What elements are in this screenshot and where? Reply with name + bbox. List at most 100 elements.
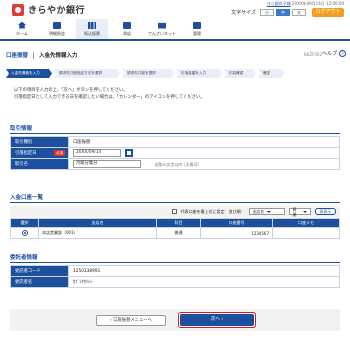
next-button-label: 次へ <box>210 317 220 322</box>
row-label: 取引名 <box>10 158 69 170</box>
required-badge: 必須 <box>54 150 65 156</box>
document-icon <box>53 21 61 29</box>
input-hint: 全角10文字以内［半角可］ <box>154 161 201 167</box>
select-cell <box>10 227 39 239</box>
text-size-small-button[interactable]: 小 <box>260 9 274 16</box>
table-row: 委託者コード 1250338991 <box>10 265 340 277</box>
column-header: 口座番号 <box>200 218 273 228</box>
subject-cell: 普通 <box>156 227 201 239</box>
step-5: 内容確認 <box>224 69 256 78</box>
densai-icon <box>158 22 166 29</box>
next-button[interactable]: 次へ › <box>178 312 256 328</box>
calendar-icon[interactable] <box>125 149 134 157</box>
screen-code: BKZF002 <box>303 52 322 57</box>
transaction-name-cell: 月賦分集分 全角10文字以内［半角可］ <box>68 158 340 170</box>
user-info: きら銀花子様 20XX年09月14日 12:00:00 <box>267 1 344 7</box>
chevron-left-icon: ‹ <box>110 318 112 323</box>
column-header: 科目 <box>156 218 201 228</box>
nav-statement[interactable]: 明細照会 <box>41 19 73 39</box>
chevron-down-icon <box>302 210 307 213</box>
header: きらやか銀行 きら銀花子様 20XX年09月14日 12:00:00 文字サイズ… <box>0 0 350 18</box>
table-header-row: 選択 支店名 科目 口座番号 口座メモ <box>10 218 340 228</box>
column-header: 口座メモ <box>272 218 340 228</box>
help-icon: ? <box>339 50 346 57</box>
branch-cell: 本店営業部（001） <box>38 227 157 239</box>
step-1: 入金先情報を入力 <box>6 69 52 78</box>
last-login: 20XX年09月14日 12:00:00 <box>292 1 344 6</box>
progress-steps: 入金先情報を入力 請求先口座指定方法を選択 請求先口座を選択 引落金額を入力 内… <box>6 69 346 78</box>
logout-button[interactable]: ログアウト <box>312 8 344 17</box>
withdrawal-date-input[interactable]: 20XX/09/14 <box>73 149 121 157</box>
text-size-medium-button[interactable]: 中 <box>276 9 290 16</box>
nav-approval[interactable]: 承認 <box>111 19 143 39</box>
memo-cell <box>272 227 340 239</box>
column-header: 選択 <box>10 218 39 228</box>
row-label: 委託者コード <box>10 265 69 277</box>
checkbox-label: 代表口座を最上位に設定 <box>180 208 225 214</box>
section-rule <box>10 262 340 263</box>
text-size-label: 文字サイズ <box>231 10 256 16</box>
instructions: 以下の項目を入力の上、「次へ」ボタンを押してください。 引落指定日として入力でき… <box>14 87 205 101</box>
section-title-consignor: 委託者情報 <box>10 255 38 261</box>
sort-key-select[interactable]: 支店名 <box>248 208 285 215</box>
account-number-cell: 1234567 <box>200 227 273 239</box>
nav-label: ホーム <box>16 30 28 36</box>
nav-label: でんさいネット <box>148 30 176 36</box>
column-header: 支店名 <box>38 218 157 228</box>
table-row: 取引種別 口座振替 <box>10 136 340 148</box>
nav-label: 管理 <box>193 30 201 36</box>
section-title-accounts: 入金口座一覧 <box>10 195 44 201</box>
chevron-down-icon <box>267 210 271 213</box>
text-size-controls: 文字サイズ 小 中 大 ログアウト <box>231 8 344 17</box>
transfer-icon <box>88 21 96 29</box>
account-radio[interactable] <box>21 229 28 236</box>
nav-densai[interactable]: でんさいネット <box>146 19 178 39</box>
transaction-type-value: 口座振替 <box>68 136 340 148</box>
bank-name: きらやか銀行 <box>28 6 86 16</box>
help-label: ヘルプ <box>321 51 337 57</box>
bank-logo[interactable]: きらやか銀行 <box>12 3 85 16</box>
sort-order-select[interactable]: 昇順 <box>288 206 311 217</box>
transaction-name-input[interactable]: 月賦分集分 <box>73 160 141 168</box>
step-4: 引落金額を入力 <box>176 69 222 78</box>
text-size-large-button[interactable]: 大 <box>292 9 306 16</box>
back-button-label: 口座振替メニューへ <box>113 318 152 323</box>
chevron-right-icon: › <box>221 317 224 322</box>
representative-first-checkbox[interactable] <box>171 209 177 214</box>
consignor-name-value: ｶﾌﾞｼｷｶｲｼｬ <box>68 276 340 288</box>
nav-label: 明細照会 <box>49 30 65 36</box>
sort-label: 並び順： <box>228 208 245 214</box>
table-row: 委託者名 ｶﾌﾞｼｷｶｲｼｬ <box>10 276 340 288</box>
title-divider <box>33 51 35 59</box>
approval-icon <box>123 21 131 29</box>
help-link[interactable]: ヘルプ ? <box>322 50 346 57</box>
row-label-cell: 引落指定日 必須 <box>10 147 69 159</box>
nav-home[interactable]: ホーム <box>6 19 38 39</box>
back-to-menu-button[interactable]: ‹ 口座振替メニューへ <box>96 315 166 326</box>
redisplay-button[interactable]: 再表示 <box>314 208 336 215</box>
table-row[interactable]: 本店営業部（001） 普通 1234567 <box>10 227 340 239</box>
section-rule <box>10 202 340 203</box>
sort-key-value: 支店名 <box>252 209 264 214</box>
row-label: 引落指定日 <box>15 151 37 156</box>
nav-label: 振込振替 <box>84 30 100 36</box>
account-table: 選択 支店名 科目 口座番号 口座メモ 本店営業部（001） 普通 123456… <box>10 218 340 239</box>
consignor-table: 委託者コード 1250338991 委託者名 ｶﾌﾞｼｷｶｲｼｬ <box>10 265 340 288</box>
admin-icon <box>193 21 201 29</box>
instruction-line: 以下の項目を入力の上、「次へ」ボタンを押してください。 <box>14 88 128 93</box>
nav-admin[interactable]: 管理 <box>181 19 213 39</box>
step-6: 確定 <box>258 69 284 78</box>
button-bar: ‹ 口座振替メニューへ 次へ › <box>10 309 340 331</box>
nav-label: 承認 <box>123 30 131 36</box>
instruction-line: 引落指定日として入力できる日を確認したい場合は、「カレンダー」のアイコンを押して… <box>14 95 205 100</box>
transaction-table: 取引種別 口座振替 引落指定日 必須 20XX/09/14 取引名 月賦分集分 … <box>10 136 340 170</box>
user-name[interactable]: きら銀花子様 <box>267 1 291 6</box>
nav-transfer[interactable]: 振込振替 <box>76 19 108 39</box>
table-row: 引落指定日 必須 20XX/09/14 <box>10 147 340 159</box>
row-label: 委託者名 <box>10 276 69 288</box>
page-title: 入金先情報入力 <box>39 53 78 59</box>
bank-logo-icon <box>12 3 24 16</box>
account-filter-bar: 代表口座を最上位に設定 並び順： 支店名 昇順 再表示 <box>10 206 340 217</box>
page-category: 口座振替 <box>6 53 29 59</box>
sort-order-value: 昇順 <box>292 206 297 217</box>
